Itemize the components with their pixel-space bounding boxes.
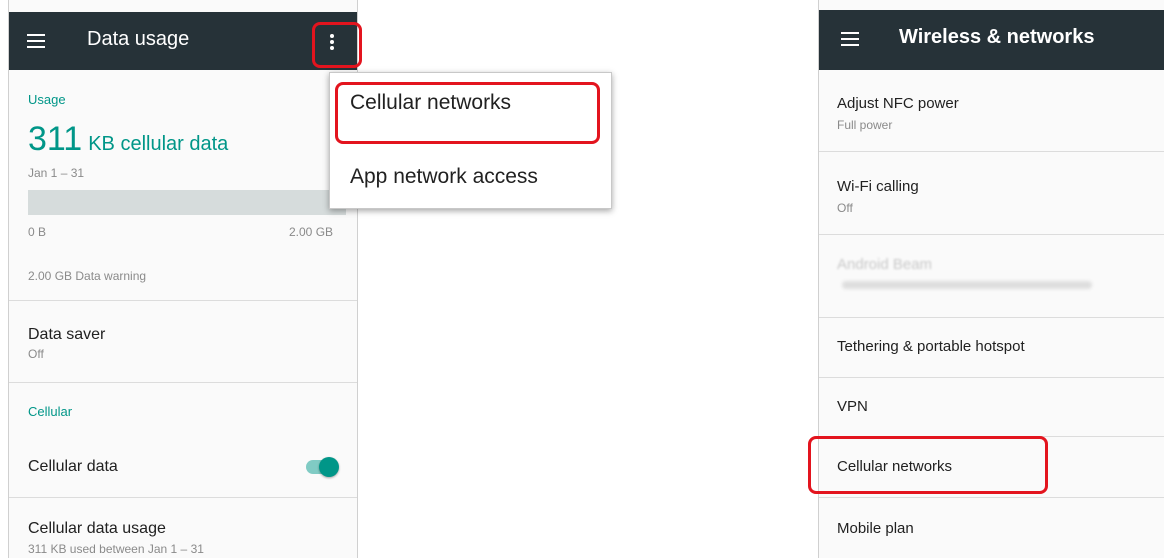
app-bar: Data usage (9, 12, 357, 70)
data-saver-title: Data saver (28, 326, 106, 343)
highlight-cellular-networks-menu (335, 82, 600, 144)
cellular-usage-summary: 311 KB used between Jan 1 – 31 (28, 542, 204, 556)
nfc-power-subtitle: Full power (837, 118, 893, 132)
page-title: Data usage (87, 28, 190, 50)
settings-item-vpn[interactable]: VPN (837, 398, 868, 415)
app-bar: Wireless & networks (819, 10, 1164, 70)
android-beam-title: Android Beam (837, 256, 933, 273)
blurred-subtitle (842, 281, 1092, 289)
page-title: Wireless & networks (899, 26, 1095, 48)
data-saver-value: Off (28, 347, 44, 361)
usage-value: 311 (28, 120, 83, 158)
settings-item-mobile-plan[interactable]: Mobile plan (837, 520, 914, 537)
divider (819, 151, 1164, 152)
divider (9, 300, 357, 301)
data-warning: 2.00 GB Data warning (28, 269, 147, 283)
divider (9, 382, 357, 383)
wifi-calling-title: Wi-Fi calling (837, 178, 919, 195)
highlight-more-options (312, 22, 362, 68)
divider (819, 377, 1164, 378)
menu-icon[interactable] (27, 34, 45, 48)
menu-item-app-network-access[interactable]: App network access (350, 165, 538, 189)
usage-bar (28, 190, 346, 215)
cellular-usage-title: Cellular data usage (28, 520, 166, 537)
bar-min-label: 0 B (28, 225, 47, 239)
settings-item-tethering[interactable]: Tethering & portable hotspot (837, 338, 1025, 355)
data-usage-screen: Data usage Usage 311 KB cellular data Jan… (8, 0, 358, 558)
toggle-thumb[interactable] (319, 457, 339, 477)
usage-amount: 311 KB cellular data (28, 120, 228, 159)
nfc-power-title: Adjust NFC power (837, 95, 959, 112)
divider (819, 317, 1164, 318)
wifi-calling-subtitle: Off (837, 201, 853, 215)
divider (819, 234, 1164, 235)
highlight-cellular-networks-setting (808, 436, 1048, 494)
divider (819, 497, 1164, 498)
date-range: Jan 1 – 31 (28, 166, 85, 180)
usage-section-header: Usage (28, 92, 66, 107)
divider (9, 497, 357, 498)
menu-icon[interactable] (841, 32, 859, 46)
cellular-section-header: Cellular (28, 404, 73, 419)
usage-unit: KB cellular data (88, 133, 229, 155)
bar-max-label: 2.00 GB (289, 225, 334, 239)
cellular-data-label: Cellular data (28, 458, 118, 475)
